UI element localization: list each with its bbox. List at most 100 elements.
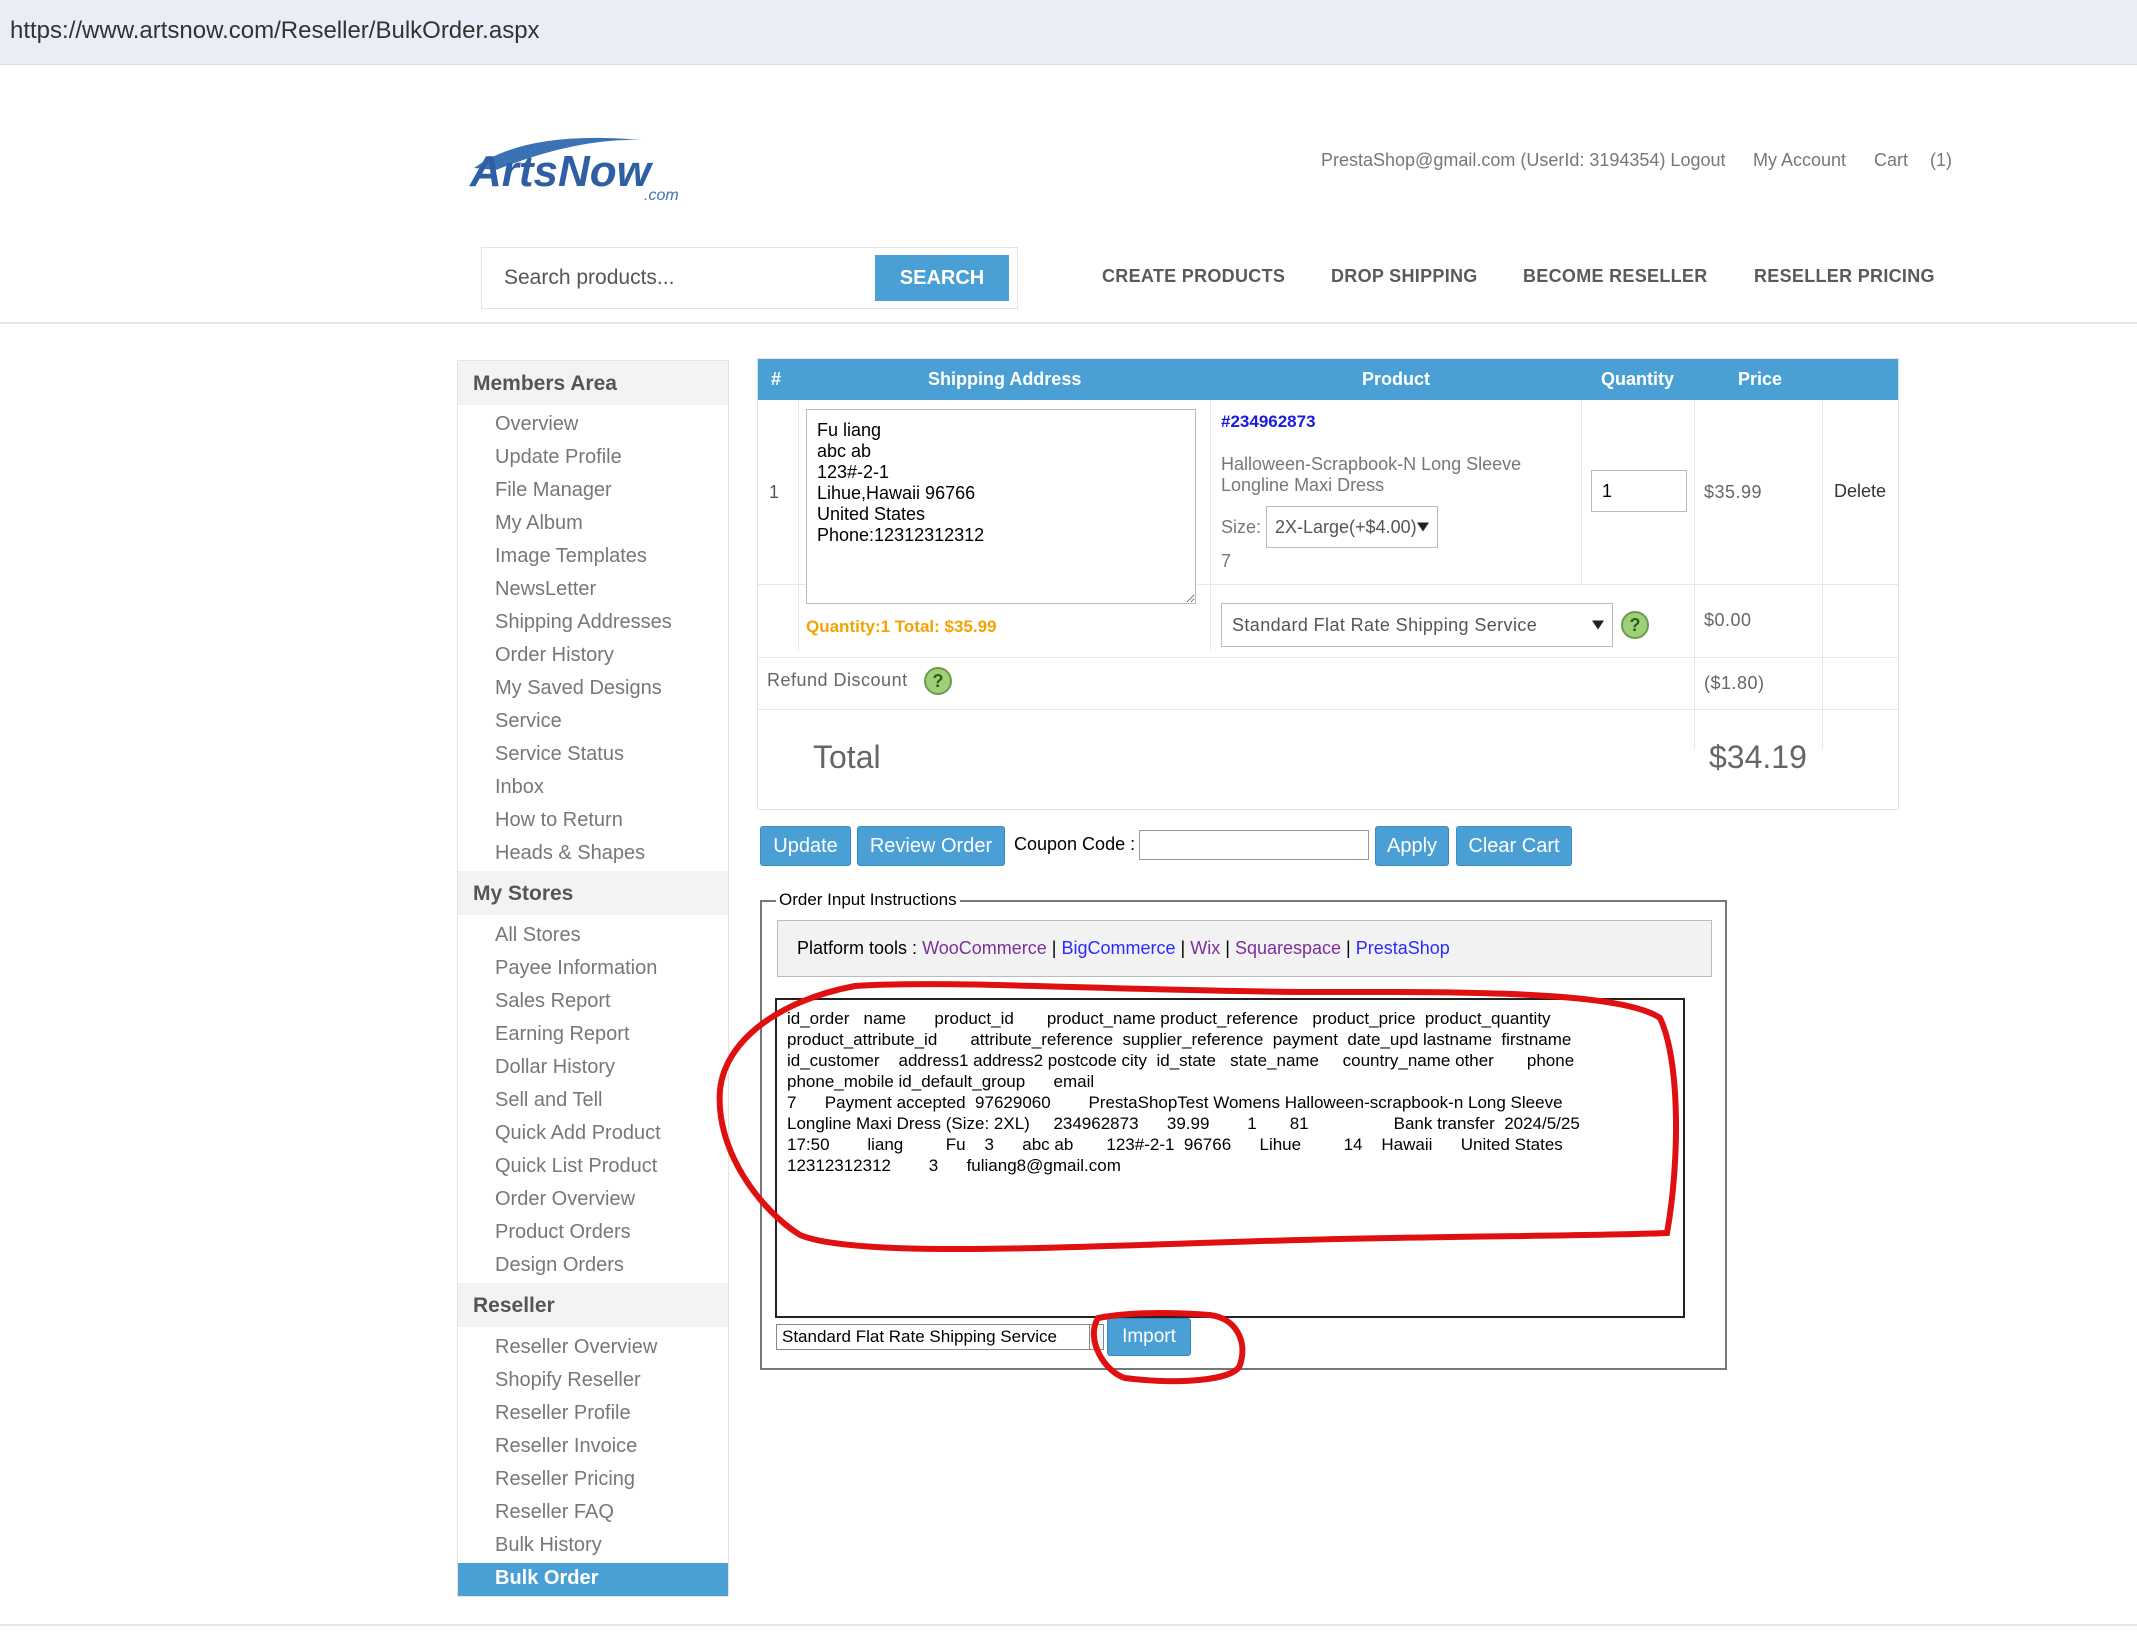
sidebar-item-order-overview[interactable]: Order Overview bbox=[495, 1188, 635, 1211]
sidebar-item-newsletter[interactable]: NewsLetter bbox=[495, 578, 596, 601]
nav-create-products[interactable]: CREATE PRODUCTS bbox=[1102, 266, 1285, 287]
coupon-code-input[interactable] bbox=[1139, 830, 1369, 860]
divider bbox=[758, 657, 1898, 658]
chevron-down-icon bbox=[1417, 522, 1429, 532]
import-shipping-value: Standard Flat Rate Shipping Service bbox=[782, 1327, 1057, 1346]
search-button[interactable]: SEARCH bbox=[875, 255, 1009, 301]
sidebar-item-update-profile[interactable]: Update Profile bbox=[495, 446, 622, 469]
row-price: $35.99 bbox=[1704, 482, 1763, 502]
sidebar-item-service-status[interactable]: Service Status bbox=[495, 743, 624, 766]
sidebar-section-my-stores: My Stores bbox=[458, 871, 728, 915]
shipping-price: $0.00 bbox=[1704, 610, 1752, 630]
order-data-textarea[interactable]: id_order name product_id product_name pr… bbox=[775, 998, 1685, 1318]
col-shipping-address: Shipping Address bbox=[928, 369, 1082, 389]
sidebar-item-quick-add-product[interactable]: Quick Add Product bbox=[495, 1122, 661, 1145]
sidebar-item-quick-list-product[interactable]: Quick List Product bbox=[495, 1155, 657, 1178]
nav-drop-shipping[interactable]: DROP SHIPPING bbox=[1331, 266, 1478, 287]
divider bbox=[1822, 400, 1823, 750]
sidebar-item-reseller-faq[interactable]: Reseller FAQ bbox=[495, 1501, 614, 1524]
col-price: Price bbox=[1738, 369, 1783, 389]
platform-tools-label: Platform tools : bbox=[797, 938, 918, 958]
url-text: https://www.artsnow.com/Reseller/BulkOrd… bbox=[10, 17, 540, 44]
woocommerce-link[interactable]: WooCommerce bbox=[922, 938, 1047, 958]
search-input[interactable] bbox=[502, 256, 906, 300]
shipping-service-value: Standard Flat Rate Shipping Service bbox=[1232, 615, 1538, 635]
divider bbox=[758, 709, 1898, 710]
apply-button[interactable]: Apply bbox=[1375, 826, 1449, 866]
sidebar-item-sales-report[interactable]: Sales Report bbox=[495, 990, 611, 1013]
sidebar-item-how-to-return[interactable]: How to Return bbox=[495, 809, 623, 832]
wix-link[interactable]: Wix bbox=[1190, 938, 1220, 958]
sidebar-item-reseller-invoice[interactable]: Reseller Invoice bbox=[495, 1435, 637, 1458]
col-quantity: Quantity bbox=[1601, 369, 1675, 389]
delete-link[interactable]: Delete bbox=[1834, 481, 1886, 502]
sidebar-item-shipping-addresses[interactable]: Shipping Addresses bbox=[495, 611, 672, 634]
quantity-input[interactable]: 1 bbox=[1591, 470, 1687, 512]
sidebar-item-heads-shapes[interactable]: Heads & Shapes bbox=[495, 842, 645, 865]
sidebar: Members Area Overview Update Profile Fil… bbox=[457, 360, 729, 1597]
sidebar-item-my-saved-designs[interactable]: My Saved Designs bbox=[495, 677, 662, 700]
sidebar-item-order-history[interactable]: Order History bbox=[495, 644, 614, 667]
my-account-link[interactable]: My Account bbox=[1753, 150, 1846, 171]
row-summary: Quantity:1 Total: $35.99 bbox=[806, 617, 997, 636]
refund-help-icon[interactable]: ? bbox=[924, 667, 952, 695]
red-annotation-marks bbox=[716, 981, 1679, 1385]
shipping-help-icon[interactable]: ? bbox=[1621, 611, 1649, 639]
header-divider bbox=[0, 322, 2137, 324]
col-index: # bbox=[771, 369, 782, 389]
sidebar-item-reseller-overview[interactable]: Reseller Overview bbox=[495, 1336, 657, 1359]
logo-text: ArtsNow bbox=[469, 147, 654, 196]
cart-link[interactable]: Cart bbox=[1874, 150, 1908, 171]
review-order-button[interactable]: Review Order bbox=[857, 826, 1005, 866]
sidebar-item-inbox[interactable]: Inbox bbox=[495, 776, 544, 799]
sidebar-item-dollar-history[interactable]: Dollar History bbox=[495, 1056, 615, 1079]
nav-become-reseller[interactable]: BECOME RESELLER bbox=[1523, 266, 1708, 287]
divider bbox=[1581, 400, 1582, 585]
address-bar[interactable]: https://www.artsnow.com/Reseller/BulkOrd… bbox=[0, 0, 2137, 65]
prestashop-link[interactable]: PrestaShop bbox=[1356, 938, 1450, 958]
shipping-address-field[interactable]: Fu liang abc ab 123#-2-1 Lihue,Hawaii 96… bbox=[806, 409, 1196, 604]
quantity-value: 1 bbox=[1602, 481, 1613, 501]
sidebar-item-service[interactable]: Service bbox=[495, 710, 562, 733]
fieldset-legend: Order Input Instructions bbox=[776, 890, 960, 910]
col-product: Product bbox=[1362, 369, 1431, 389]
sidebar-item-payee-information[interactable]: Payee Information bbox=[495, 957, 657, 980]
sidebar-item-reseller-pricing[interactable]: Reseller Pricing bbox=[495, 1468, 635, 1491]
chevron-down-icon bbox=[1089, 1325, 1103, 1349]
cart-table: # Shipping Address Product Quantity Pric… bbox=[757, 358, 1899, 810]
import-button[interactable]: Import bbox=[1107, 1318, 1191, 1356]
sidebar-item-file-manager[interactable]: File Manager bbox=[495, 479, 612, 502]
sidebar-item-overview[interactable]: Overview bbox=[495, 413, 578, 436]
import-shipping-select[interactable]: Standard Flat Rate Shipping Service bbox=[776, 1324, 1104, 1350]
sidebar-item-reseller-profile[interactable]: Reseller Profile bbox=[495, 1402, 631, 1425]
sidebar-item-product-orders[interactable]: Product Orders bbox=[495, 1221, 631, 1244]
refund-label: Refund Discount bbox=[767, 670, 908, 690]
squarespace-link[interactable]: Squarespace bbox=[1235, 938, 1341, 958]
cart-count[interactable]: (1) bbox=[1930, 150, 1952, 171]
account-logout-link[interactable]: PrestaShop@gmail.com (UserId: 3194354) L… bbox=[1321, 150, 1726, 171]
shipping-service-select[interactable]: Standard Flat Rate Shipping Service bbox=[1221, 603, 1613, 647]
clear-cart-button[interactable]: Clear Cart bbox=[1456, 826, 1572, 866]
sidebar-item-design-orders[interactable]: Design Orders bbox=[495, 1254, 624, 1277]
artsnow-logo[interactable]: ArtsNow .com bbox=[466, 130, 716, 210]
size-select-value: 2X-Large(+$4.00) bbox=[1275, 517, 1417, 537]
update-button[interactable]: Update bbox=[760, 826, 851, 866]
bigcommerce-link[interactable]: BigCommerce bbox=[1061, 938, 1175, 958]
sidebar-item-my-album[interactable]: My Album bbox=[495, 512, 583, 535]
product-name-line2: Longline Maxi Dress bbox=[1221, 475, 1385, 495]
sidebar-item-bulk-order[interactable]: Bulk Order bbox=[458, 1563, 728, 1596]
platform-tools-box: Platform tools : WooCommerce | BigCommer… bbox=[777, 920, 1712, 977]
sidebar-item-bulk-history[interactable]: Bulk History bbox=[495, 1534, 602, 1557]
sidebar-item-image-templates[interactable]: Image Templates bbox=[495, 545, 647, 568]
total-label: Total bbox=[813, 739, 881, 775]
size-select[interactable]: 2X-Large(+$4.00) bbox=[1266, 506, 1438, 548]
sidebar-item-sell-and-tell[interactable]: Sell and Tell bbox=[495, 1089, 602, 1112]
nav-reseller-pricing[interactable]: RESELLER PRICING bbox=[1754, 266, 1935, 287]
cart-header-row: # Shipping Address Product Quantity Pric… bbox=[758, 359, 1898, 400]
sidebar-item-earning-report[interactable]: Earning Report bbox=[495, 1023, 630, 1046]
sidebar-item-all-stores[interactable]: All Stores bbox=[495, 924, 581, 947]
product-id-link[interactable]: #234962873 bbox=[1221, 412, 1316, 432]
sidebar-item-shopify-reseller[interactable]: Shopify Reseller bbox=[495, 1369, 641, 1392]
separator: | bbox=[1051, 938, 1057, 958]
divider bbox=[1694, 400, 1695, 750]
